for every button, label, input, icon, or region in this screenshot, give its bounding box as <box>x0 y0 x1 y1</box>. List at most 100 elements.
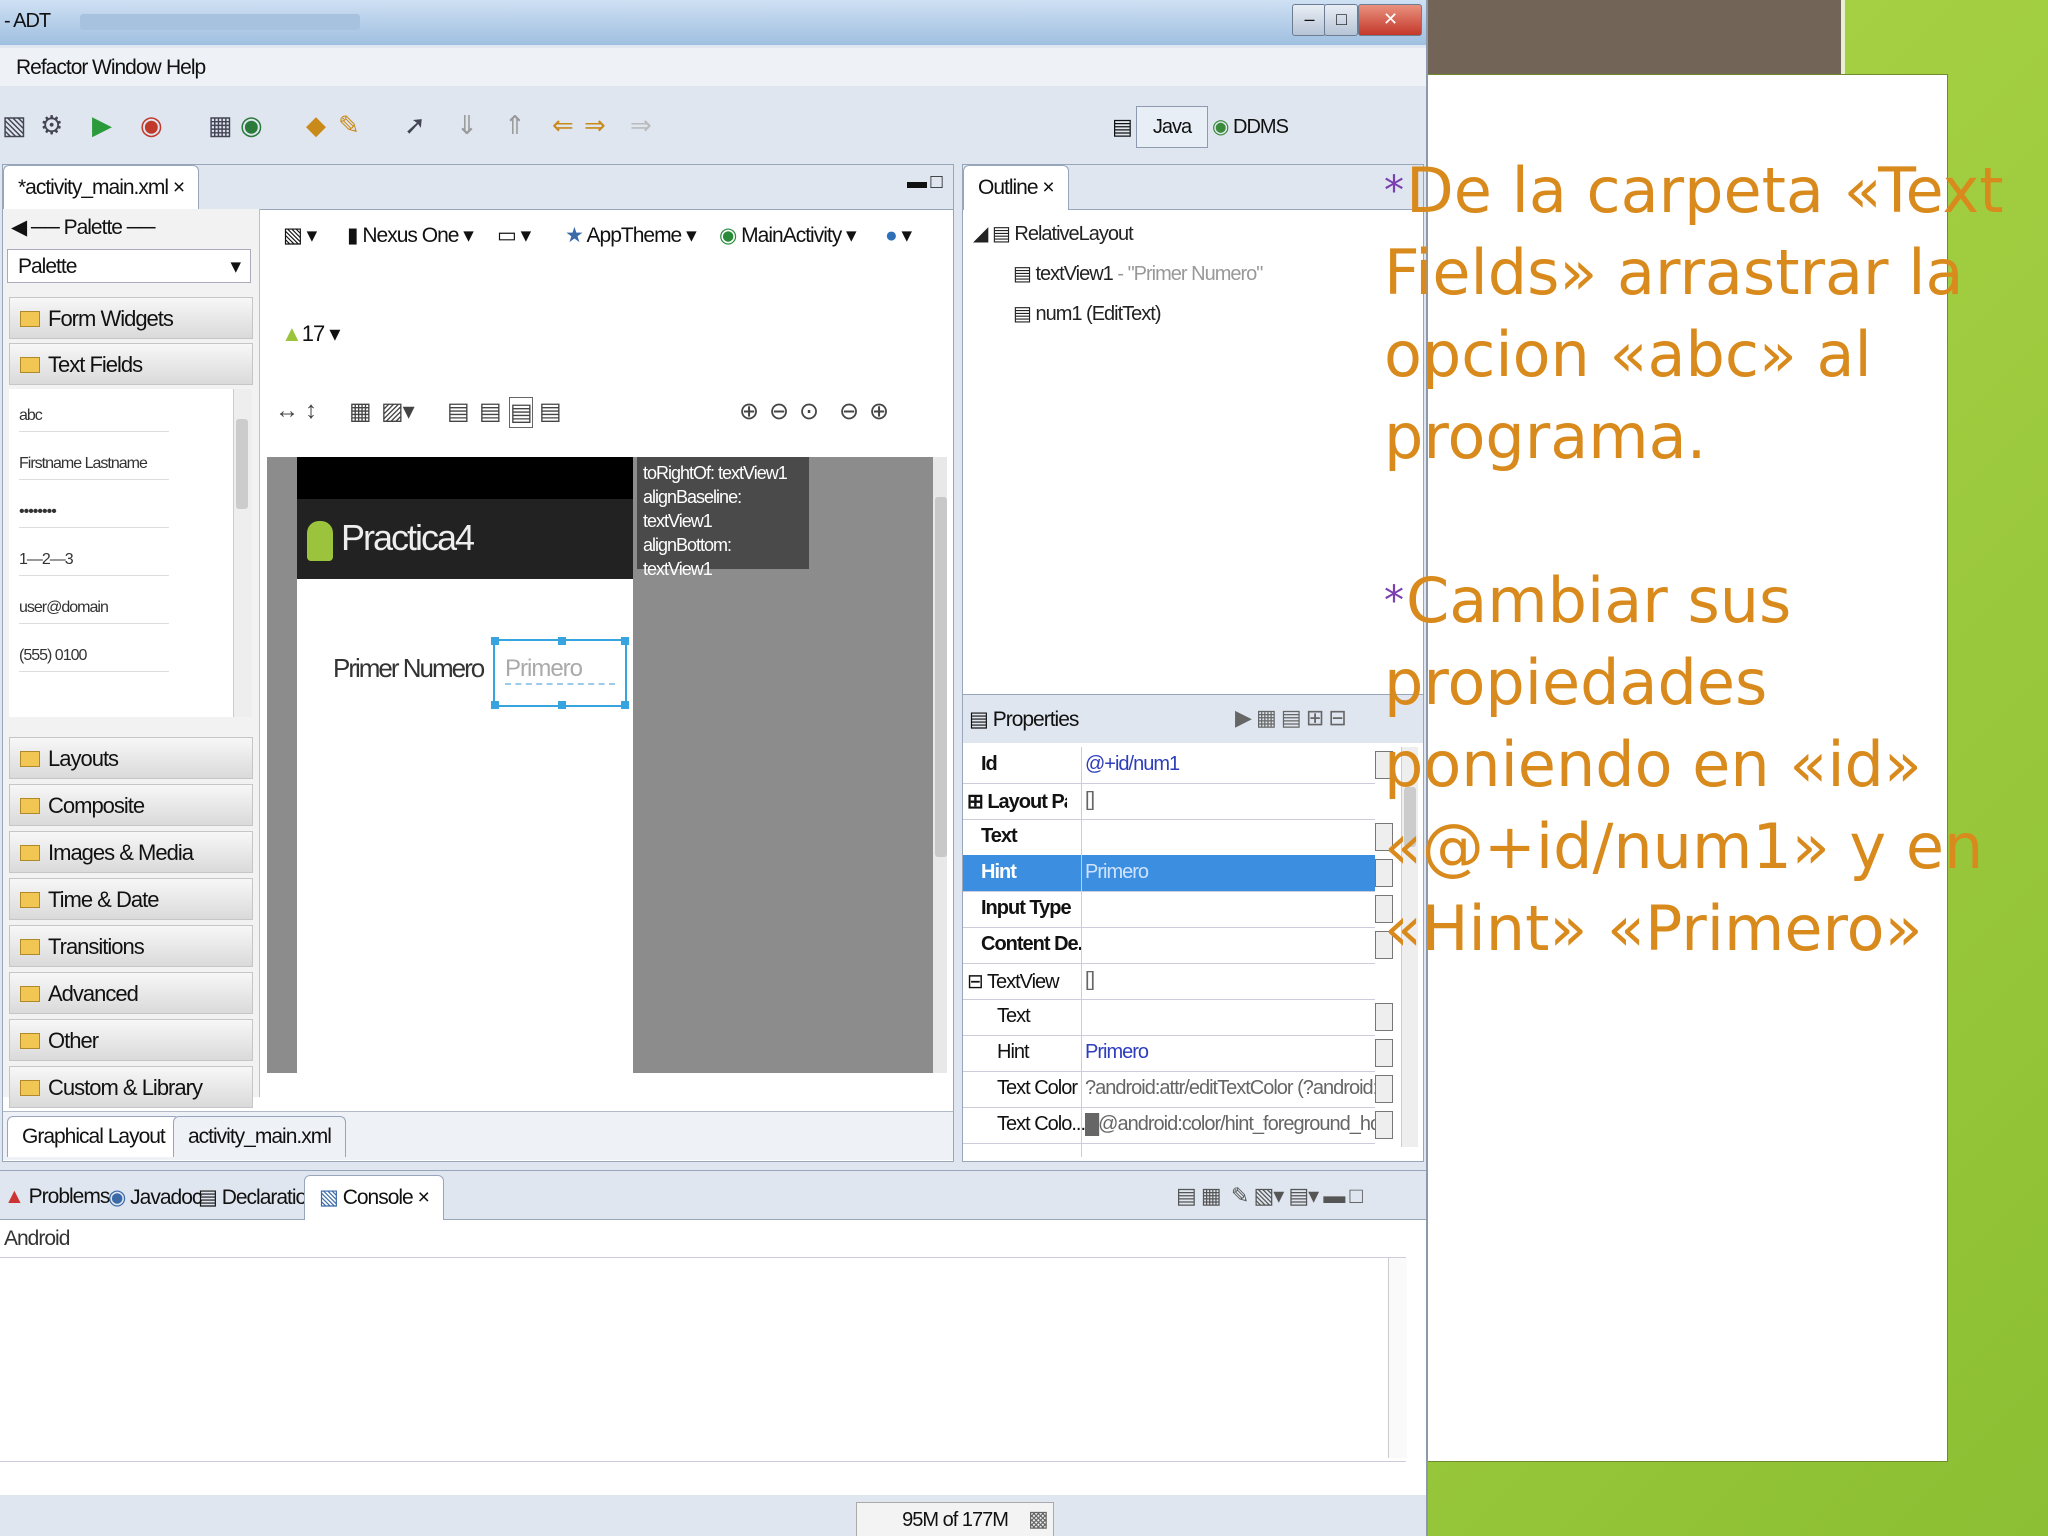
category-other[interactable]: Other <box>9 1019 253 1061</box>
tab-javadoc[interactable]: ◉ Javadoc <box>108 1185 202 1210</box>
design-canvas[interactable]: Practica4 Primer Numero Primero toRightO… <box>267 457 947 1073</box>
gravity-icon[interactable]: ▨▾ <box>381 397 415 426</box>
category-advanced[interactable]: Advanced <box>9 972 253 1014</box>
properties-actions[interactable]: ▶ ▦ ▤ ⊞ ⊟ <box>1235 705 1347 731</box>
resize-handle[interactable] <box>621 701 629 709</box>
prop-row-textview-text[interactable]: Text <box>963 999 1393 1036</box>
zoom-out-icon[interactable]: ⊖ <box>839 397 859 426</box>
console-scrollbar[interactable] <box>1388 1258 1407 1458</box>
theme-dropdown[interactable]: ★ AppTheme ▾ <box>565 223 697 248</box>
prop-row-text-color[interactable]: Text Color ?android:attr/editTextColor (?… <box>963 1071 1393 1108</box>
menu-window[interactable]: Window <box>92 56 162 80</box>
prop-row-text[interactable]: Text <box>963 819 1393 856</box>
canvas-scrollbar[interactable] <box>933 457 947 1073</box>
open-perspective-icon[interactable]: ▤ <box>1112 114 1133 140</box>
new-package-icon[interactable]: ◉ <box>240 110 263 141</box>
palette-scroll-thumb[interactable] <box>236 419 248 509</box>
java-perspective-button[interactable]: Java <box>1136 106 1208 148</box>
orientation-dropdown[interactable]: ▭ ▾ <box>497 223 531 248</box>
category-composite[interactable]: Composite <box>9 784 253 826</box>
widget-email[interactable]: user@domain <box>19 599 169 624</box>
tree-textview1[interactable]: ▤ textView1 - "Primer Numero" <box>1013 261 1263 286</box>
locale-dropdown[interactable]: ● ▾ <box>885 223 912 248</box>
tab-problems[interactable]: ▲ Problems <box>4 1185 110 1209</box>
category-custom-library-views[interactable]: Custom & Library Views <box>9 1066 253 1142</box>
resize-handle[interactable] <box>558 637 566 645</box>
category-images-media[interactable]: Images & Media <box>9 831 253 873</box>
category-text-fields[interactable]: Text Fields <box>9 343 253 385</box>
prop-row-hint[interactable]: Hint Primero <box>963 855 1393 892</box>
cursor-icon[interactable]: ➚ <box>404 110 426 141</box>
widget-person-name[interactable]: Firstname Lastname <box>19 455 169 480</box>
prop-row-input-type[interactable]: Input Type <box>963 891 1393 928</box>
resize-handle[interactable] <box>621 637 629 645</box>
fill-width-icon[interactable]: ↔ <box>275 397 299 425</box>
gc-trash-icon[interactable]: ▩ <box>1028 1506 1049 1532</box>
menu-refactor[interactable]: Refactor <box>16 56 88 80</box>
zoom-fit-icon[interactable]: ⊖ <box>769 397 789 426</box>
category-form-widgets[interactable]: Form Widgets <box>9 297 253 339</box>
debug-icon[interactable]: ⚙ <box>40 110 63 141</box>
widget-number[interactable]: 1—2—3 <box>19 551 169 576</box>
console-actions[interactable]: ▤ ▦ ✎ ▧▾ ▤▾ ▬ □ <box>1176 1183 1363 1209</box>
resize-handle[interactable] <box>491 637 499 645</box>
console-output[interactable] <box>0 1257 1407 1458</box>
forward-icon[interactable]: ⇒ <box>584 110 606 141</box>
category-transitions[interactable]: Transitions <box>9 925 253 967</box>
device-dropdown[interactable]: ▮ Nexus One ▾ <box>347 223 474 248</box>
menu-help[interactable]: Help <box>166 56 206 80</box>
next-annotation-icon[interactable]: ⇓ <box>456 110 478 141</box>
num1-edittext[interactable]: Primero <box>491 637 629 709</box>
tab-activity-main[interactable]: *activity_main.xml × <box>3 165 200 210</box>
prev-annotation-icon[interactable]: ⇑ <box>504 110 526 141</box>
prop-row-textview-hint[interactable]: Hint Primero <box>963 1035 1393 1072</box>
maximize-button[interactable]: □ <box>1324 4 1358 36</box>
widget-abc[interactable]: abc <box>19 407 169 432</box>
prop-row-content-description[interactable]: Content De... <box>963 927 1393 964</box>
tab-console[interactable]: ▧ Console × <box>304 1175 444 1220</box>
prop-row-text-color-hint[interactable]: Text Colo... █@android:color/hint_foregro… <box>963 1107 1393 1144</box>
console-horizontal-scrollbar[interactable] <box>0 1461 1406 1492</box>
zoom-real-size-icon[interactable]: ⊕ <box>739 397 759 426</box>
ddms-perspective-button[interactable]: ◉ DDMS <box>1212 114 1289 139</box>
minimize-button[interactable]: – <box>1292 4 1326 36</box>
back-icon[interactable]: ⇐ <box>552 110 574 141</box>
palette-select[interactable]: Palette ▾ <box>7 249 251 283</box>
resize-icon[interactable]: ▤ <box>539 397 562 426</box>
fill-height-icon[interactable]: ↕ <box>305 397 317 425</box>
prop-row-id[interactable]: Id @+id/num1 <box>963 747 1393 784</box>
zoom-100-icon[interactable]: ⊙ <box>799 397 819 426</box>
resize-handle[interactable] <box>558 701 566 709</box>
tab-outline[interactable]: Outline × <box>963 165 1069 210</box>
close-button[interactable]: ✕ <box>1358 4 1422 36</box>
minimize-view-icon[interactable]: ▬ □ <box>907 171 943 194</box>
align-icon[interactable]: ▤ <box>509 397 533 428</box>
open-type-icon[interactable]: ◆ <box>306 110 326 141</box>
category-time-date[interactable]: Time & Date <box>9 878 253 920</box>
baseline-icon[interactable]: ▤ <box>479 397 502 426</box>
prop-row-layout-params[interactable]: ⊞ Layout Para...[] <box>963 783 1375 820</box>
tree-relativelayout[interactable]: ◢ ▤ RelativeLayout <box>973 221 1134 246</box>
canvas-scroll-thumb[interactable] <box>935 497 947 857</box>
palette-scrollbar[interactable] <box>233 389 252 717</box>
tab-properties[interactable]: ▤ Properties <box>969 707 1079 732</box>
api-level-dropdown[interactable]: ▲17 ▾ <box>281 321 340 347</box>
prop-row-textview-group[interactable]: ⊟ TextView[] <box>963 963 1375 1000</box>
run-icon[interactable]: ▶ <box>92 110 112 141</box>
widget-password[interactable]: •••••••• <box>19 503 169 528</box>
tab-graphical-layout[interactable]: Graphical Layout <box>7 1116 180 1157</box>
resize-handle[interactable] <box>491 701 499 709</box>
last-edit-icon[interactable]: ⇒ <box>630 110 652 141</box>
tab-xml-source[interactable]: activity_main.xml <box>173 1116 346 1157</box>
save-icon[interactable]: ▧ <box>2 110 27 141</box>
new-class-icon[interactable]: ▦ <box>208 110 233 141</box>
external-tools-icon[interactable]: ◉ <box>140 110 163 141</box>
search-icon[interactable]: ✎ <box>338 110 360 141</box>
zoom-in-icon[interactable]: ⊕ <box>869 397 889 426</box>
tab-declaration[interactable]: ▤ Declaration <box>198 1185 318 1210</box>
widget-phone[interactable]: (555) 0100 <box>19 647 169 672</box>
margins-icon[interactable]: ▦ <box>349 397 372 426</box>
primer-numero-label[interactable]: Primer Numero <box>333 653 485 684</box>
config-dropdown[interactable]: ▧ ▾ <box>283 223 317 248</box>
tree-num1[interactable]: ▤ num1 (EditText) <box>1013 301 1162 326</box>
